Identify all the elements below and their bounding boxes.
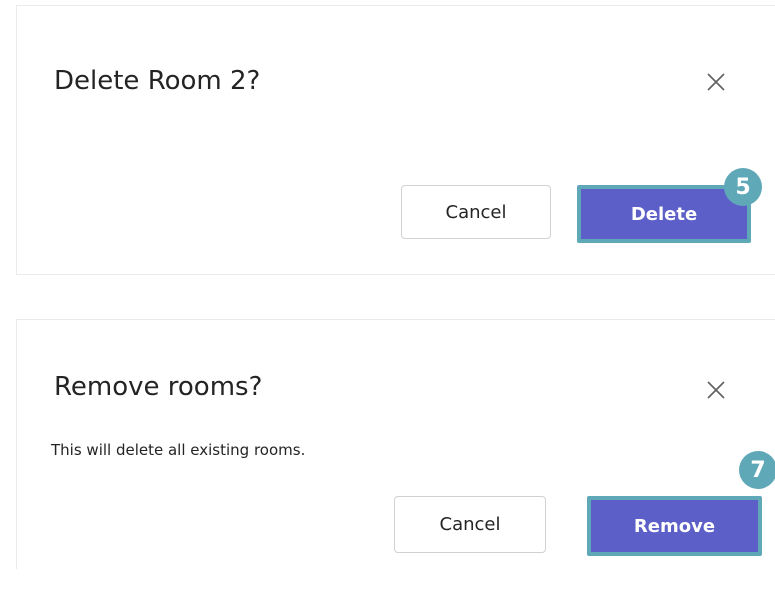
dialog-message: This will delete all existing rooms. [51,441,306,459]
cancel-button[interactable]: Cancel [394,496,546,553]
step-badge: 5 [724,168,762,206]
cancel-button[interactable]: Cancel [401,185,551,239]
remove-button[interactable]: Remove [587,496,762,556]
delete-room-dialog: Delete Room 2? Cancel Delete 5 [16,5,775,275]
close-icon[interactable] [704,70,728,94]
dialog-title: Delete Room 2? [54,66,261,96]
dialog-title: Remove rooms? [54,372,263,402]
remove-rooms-dialog: Remove rooms? This will delete all exist… [16,319,775,569]
step-badge: 7 [739,451,775,489]
close-icon[interactable] [704,378,728,402]
